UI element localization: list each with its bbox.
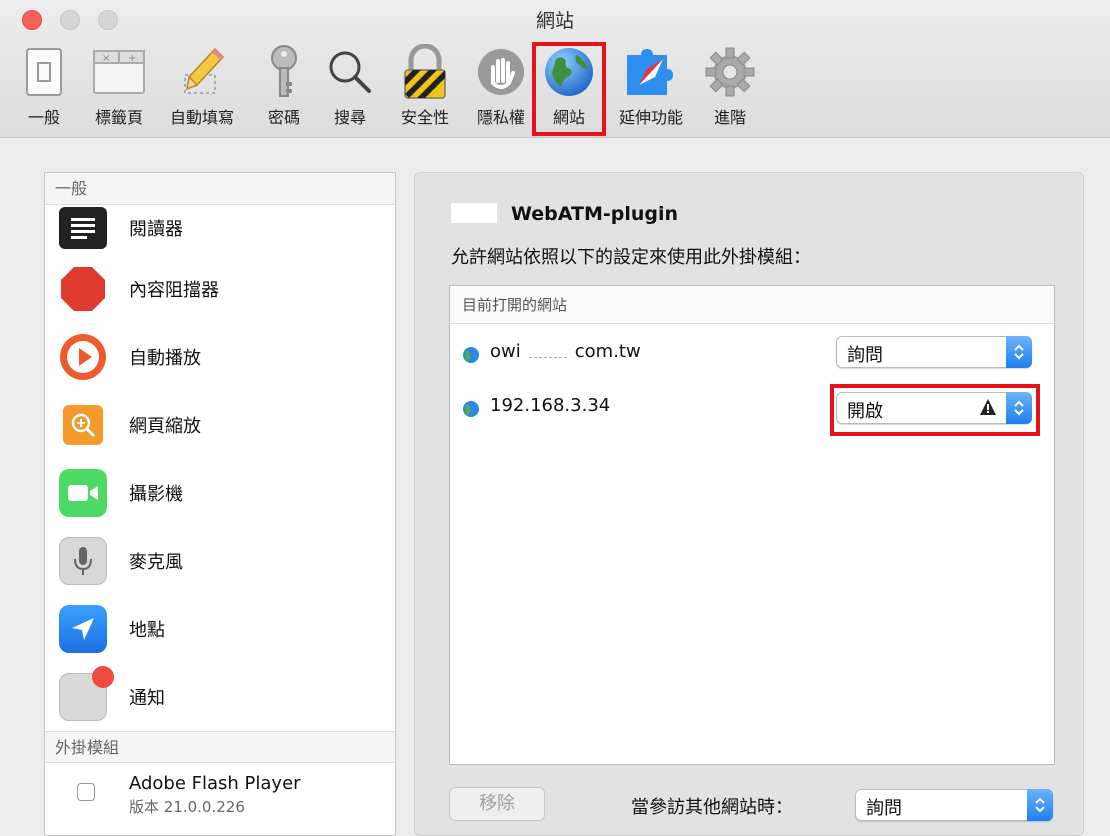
globe-icon: [541, 44, 597, 100]
chevron-updown-icon: [1006, 336, 1032, 368]
site-row: owi com.tw 詢問: [450, 334, 1054, 374]
zoom-icon: [63, 405, 103, 445]
site-name: 192.168.3.34: [490, 395, 611, 416]
toolbar-websites[interactable]: 網站: [532, 42, 606, 136]
microphone-icon: [59, 537, 107, 585]
play-icon: [59, 333, 107, 381]
reader-icon: [59, 207, 107, 249]
redacted-text: [451, 203, 497, 223]
toolbar-privacy[interactable]: 隱私權: [470, 44, 532, 134]
sidebar-item-microphone[interactable]: 麥克風: [45, 527, 395, 595]
plugin-version: 版本 21.0.0.226: [129, 798, 245, 816]
section-header-general: 一般: [45, 173, 395, 205]
toolbar-passwords[interactable]: 密碼: [258, 44, 310, 134]
svg-text:×: ×: [102, 53, 110, 64]
hand-icon: [473, 44, 529, 100]
tabs-icon: × +: [91, 44, 147, 100]
search-icon: [322, 44, 378, 100]
plugin-title: WebATM-plugin: [451, 203, 678, 225]
sidebar-item-reader[interactable]: 閱讀器: [45, 205, 395, 255]
key-icon: [256, 44, 312, 100]
open-sites-header: 目前打開的網站: [450, 286, 1054, 324]
toolbar-general[interactable]: 一般: [16, 44, 72, 134]
plugin-enable-checkbox[interactable]: [77, 783, 95, 801]
svg-text:+: +: [128, 53, 136, 64]
window-title: 網站: [535, 10, 574, 32]
sidebar-item-page-zoom[interactable]: 網頁縮放: [45, 391, 395, 459]
other-sites-popup[interactable]: 詢問: [855, 789, 1053, 821]
section-header-plugins: 外掛模組: [45, 731, 395, 763]
gear-icon: [702, 44, 758, 100]
sidebar-item-notifications[interactable]: 通知: [45, 663, 395, 731]
chevron-updown-icon: [1027, 789, 1053, 821]
sidebar-item-content-blockers[interactable]: 內容阻擋器: [45, 255, 395, 323]
padlock-icon: [397, 44, 453, 100]
general-icon: [16, 44, 72, 100]
plugin-description: 允許網站依照以下的設定來使用此外掛模組：: [451, 247, 811, 268]
site-row: 192.168.3.34 開啟: [450, 384, 1054, 436]
sidebar-item-camera[interactable]: 攝影機: [45, 459, 395, 527]
toolbar-search[interactable]: 搜尋: [322, 44, 378, 134]
plugin-settings-panel: WebATM-plugin 允許網站依照以下的設定來使用此外掛模組： 目前打開的…: [414, 172, 1084, 836]
highlight-box: [830, 384, 1040, 436]
location-icon: [59, 605, 107, 653]
site-name: owi com.tw: [490, 341, 641, 362]
toolbar-security[interactable]: 安全性: [394, 44, 456, 134]
open-sites-table: 目前打開的網站 owi com.tw 詢問 192.168.3.34 開啟: [449, 285, 1055, 765]
window-toolbar: 網站 一般 × + 標籤頁 自動填寫 密碼 搜尋 安全性 隱私權 網站 延伸功能…: [0, 0, 1110, 138]
sidebar-item-flash-player[interactable]: Adobe Flash Player 版本 21.0.0.226: [45, 763, 395, 817]
toolbar-autofill[interactable]: 自動填寫: [162, 44, 242, 134]
sidebar-item-autoplay[interactable]: 自動播放: [45, 323, 395, 391]
extensions-icon: [623, 44, 679, 100]
remove-button[interactable]: 移除: [449, 787, 545, 821]
globe-icon: [462, 346, 480, 368]
stop-icon: [59, 265, 107, 313]
globe-icon: [462, 400, 480, 422]
site-setting-popup[interactable]: 詢問: [836, 336, 1032, 368]
toolbar-tabs[interactable]: × + 標籤頁: [82, 44, 156, 134]
sidebar-item-location[interactable]: 地點: [45, 595, 395, 663]
camera-icon: [59, 469, 107, 517]
toolbar-extensions[interactable]: 延伸功能: [612, 44, 690, 134]
pencil-icon: [174, 44, 230, 100]
other-sites-label: 當參訪其他網站時：: [631, 797, 793, 818]
toolbar-advanced[interactable]: 進階: [702, 44, 758, 134]
settings-sidebar: 一般 閱讀器 內容阻擋器 自動播放 網頁縮放 攝影機 麥克風 地點 通知 外掛模…: [44, 172, 396, 836]
plugin-name: Adobe Flash Player: [129, 773, 301, 794]
notification-icon: [59, 666, 114, 721]
